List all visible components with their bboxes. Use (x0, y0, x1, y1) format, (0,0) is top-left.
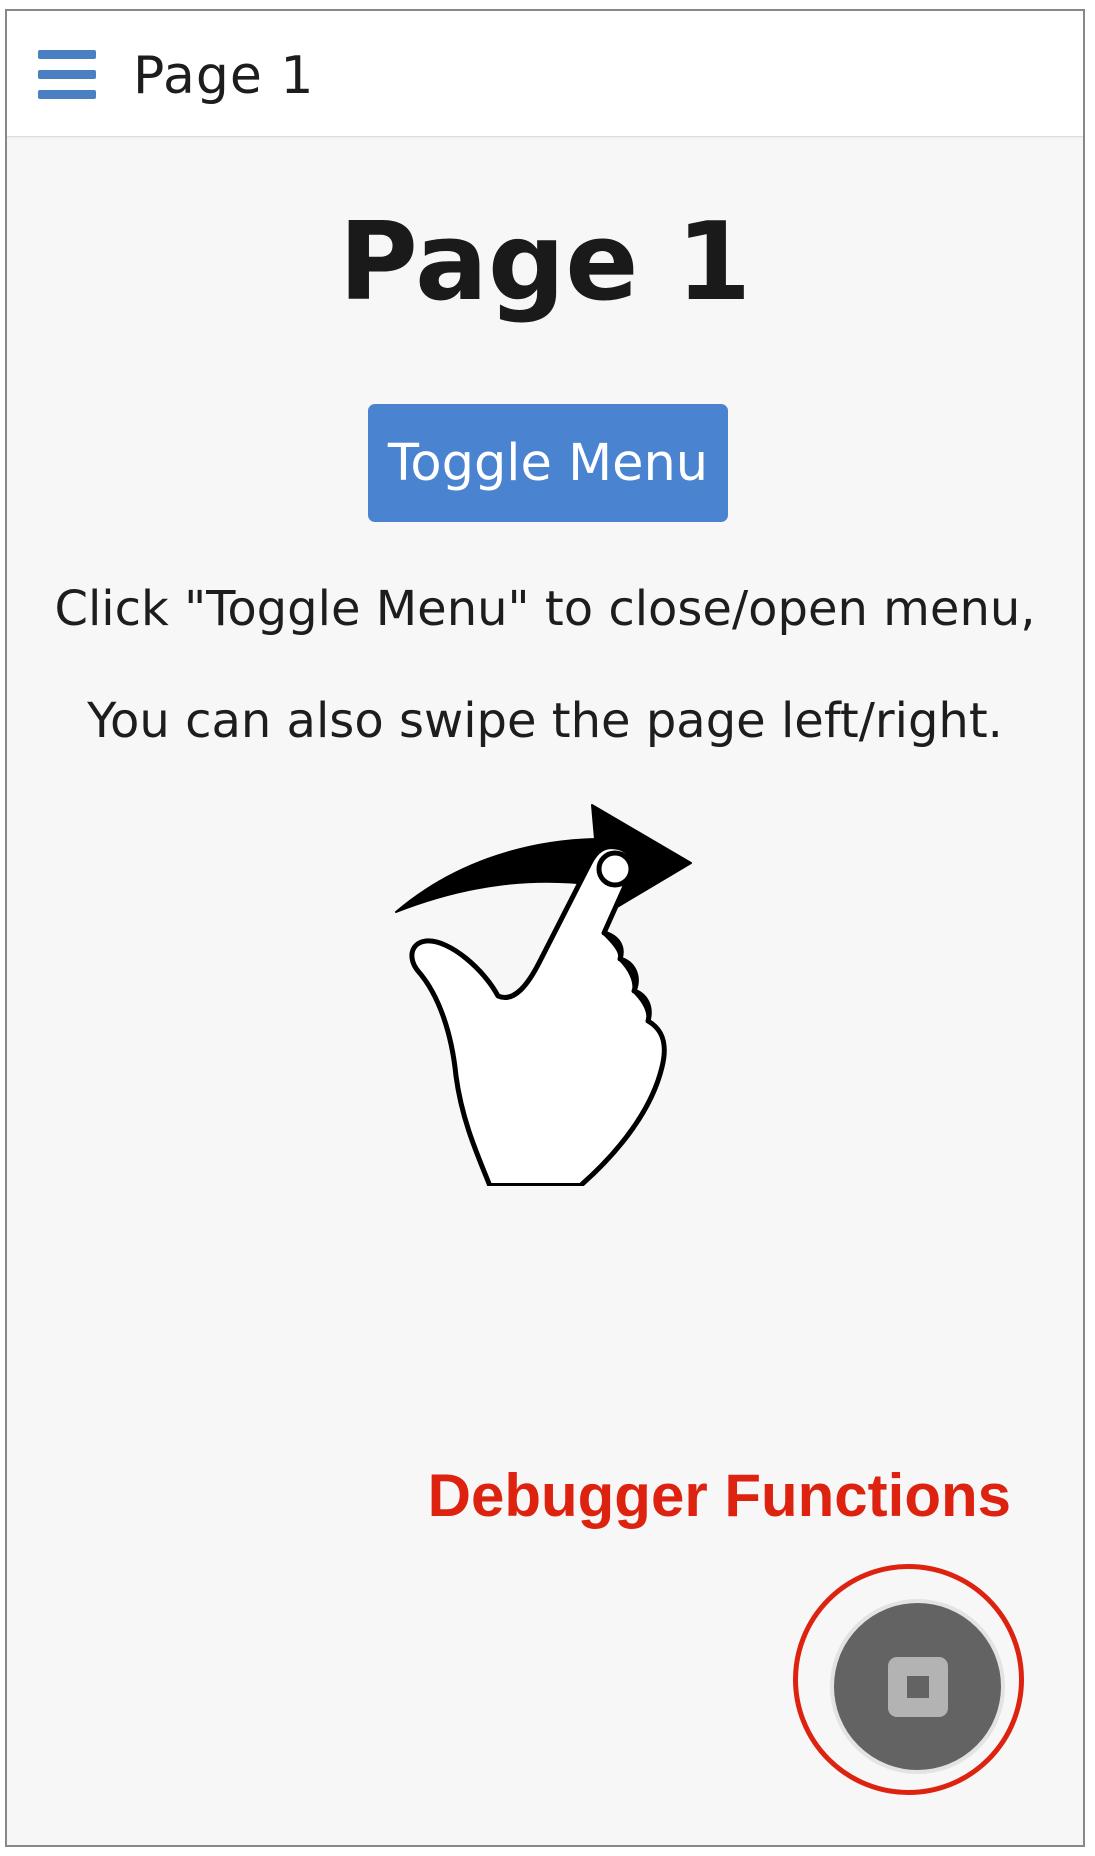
hamburger-menu-icon[interactable] (38, 50, 96, 100)
stop-icon (888, 1656, 949, 1717)
page-title: Page 1 (338, 200, 752, 325)
fingertip (596, 850, 634, 888)
debugger-button[interactable] (830, 1599, 1005, 1774)
debugger-functions-label: Debugger Functions (427, 1462, 1011, 1529)
app-frame: Page 1 Page 1 Toggle Menu Click "Toggle … (5, 9, 1085, 1847)
swipe-arrow (395, 804, 692, 920)
swipe-gesture-icon (395, 804, 692, 1186)
toggle-menu-button[interactable]: Toggle Menu (368, 404, 728, 522)
instruction-text-swipe: You can also swipe the page left/right. (87, 693, 1003, 749)
instruction-text-toggle: Click "Toggle Menu" to close/open menu, (54, 581, 1036, 637)
toolbar-title: Page 1 (133, 46, 315, 106)
toolbar: Page 1 (7, 11, 1083, 137)
